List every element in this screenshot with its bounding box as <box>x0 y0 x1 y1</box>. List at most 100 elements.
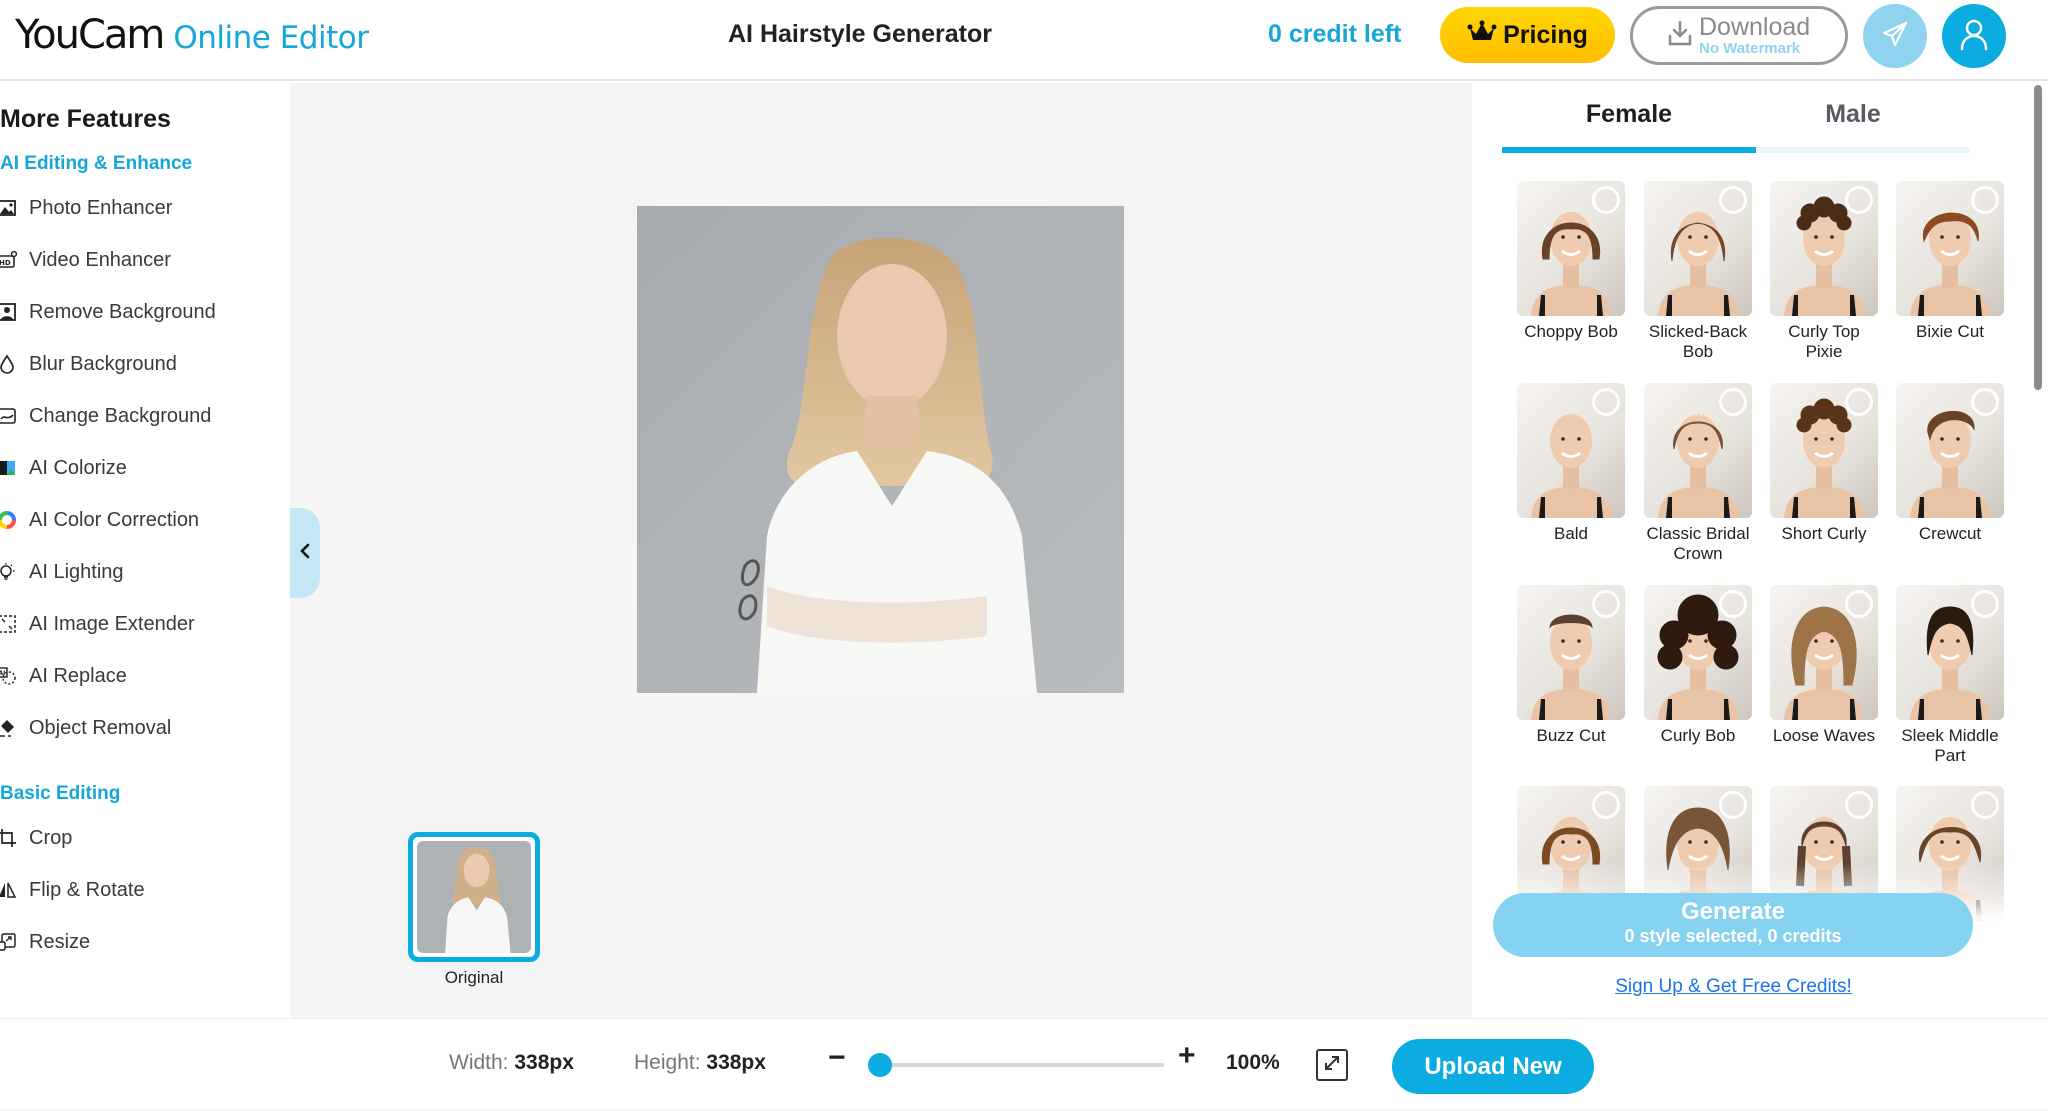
download-icon <box>1667 19 1693 52</box>
hairstyle-preview <box>1517 585 1625 720</box>
hairstyle-name: Choppy Bob <box>1524 322 1618 341</box>
tab-active-indicator <box>1502 147 1756 153</box>
sidebar-item-label: AI Color Correction <box>29 508 200 531</box>
sidebar-item-resize[interactable]: Resize <box>0 925 280 959</box>
hairstyle-preview <box>1770 585 1878 720</box>
height-readout: Height: 338px <box>634 1051 766 1075</box>
select-radio[interactable] <box>1845 791 1873 819</box>
sidebar-item-remove-background[interactable]: Remove Background <box>0 295 280 329</box>
generate-label: Generate <box>1680 898 1786 925</box>
download-button[interactable]: Download No Watermark <box>1630 6 1848 65</box>
hairstyle-card-loose-waves[interactable]: Loose Waves <box>1770 585 1878 746</box>
sidebar-item-photo-enhancer[interactable]: Photo Enhancer <box>0 191 280 225</box>
select-radio[interactable] <box>1719 388 1747 416</box>
paper-plane-icon <box>1880 19 1910 54</box>
hairstyle-preview <box>1896 585 2004 720</box>
height-label: Height: <box>634 1051 701 1074</box>
select-radio[interactable] <box>1845 186 1873 214</box>
hairstyle-name: Bald <box>1553 524 1589 543</box>
color-wheel-icon <box>0 509 18 531</box>
tab-male[interactable]: Male <box>1726 100 1980 129</box>
zoom-in-button[interactable]: + <box>1178 1039 1196 1073</box>
select-radio[interactable] <box>1719 186 1747 214</box>
sidebar-item-label: Video Enhancer <box>29 248 171 271</box>
original-thumbnail[interactable] <box>408 832 540 962</box>
sidebar-item-change-background[interactable]: Change Background <box>0 399 280 433</box>
hairstyle-preview <box>1770 181 1878 316</box>
profile-button[interactable] <box>1942 4 2006 68</box>
select-radio[interactable] <box>1719 590 1747 618</box>
hairstyle-preview <box>1644 383 1752 518</box>
collapse-sidebar-button[interactable] <box>290 508 320 598</box>
hairstyle-name: Sleek Middle Part <box>1901 726 1999 765</box>
pricing-button[interactable]: Pricing <box>1440 7 1615 63</box>
sidebar-item-video-enhancer[interactable]: HD Video Enhancer <box>0 243 280 277</box>
sidebar-item-flip-rotate[interactable]: Flip & Rotate <box>0 873 280 907</box>
hairstyle-card-short-curly[interactable]: Short Curly <box>1770 383 1878 544</box>
hairstyle-card-bixie-cut[interactable]: Bixie Cut <box>1896 181 2004 342</box>
svg-text:HD: HD <box>0 259 11 267</box>
upload-new-button[interactable]: Upload New <box>1392 1039 1594 1094</box>
sidebar-item-ai-image-extender[interactable]: AI Image Extender <box>0 607 280 641</box>
select-radio[interactable] <box>1971 388 1999 416</box>
sidebar-item-label: Remove Background <box>29 300 216 323</box>
sidebar-item-label: Flip & Rotate <box>29 878 145 901</box>
hairstyle-name: Curly Bob <box>1660 726 1736 745</box>
fit-screen-icon <box>1322 1053 1342 1078</box>
hd-video-icon: HD <box>0 249 18 271</box>
logo[interactable]: YouCam Online Editor <box>15 12 369 58</box>
select-radio[interactable] <box>1845 590 1873 618</box>
tab-female[interactable]: Female <box>1502 100 1756 129</box>
hairstyle-card-slicked-back-bob[interactable]: Slicked-Back Bob <box>1644 181 1752 362</box>
zoom-slider-handle[interactable] <box>868 1053 892 1077</box>
sidebar-item-label: AI Image Extender <box>29 612 195 635</box>
hairstyle-preview <box>1896 383 2004 518</box>
hairstyle-card-choppy-bob[interactable]: Choppy Bob <box>1517 181 1625 342</box>
sidebar-item-object-removal[interactable]: Object Removal <box>0 711 280 745</box>
select-radio[interactable] <box>1592 590 1620 618</box>
hairstyle-card-sleek-middle-part[interactable]: Sleek Middle Part <box>1896 585 2004 766</box>
hairstyle-name: Slicked-Back Bob <box>1648 322 1748 361</box>
hairstyle-card-bald[interactable]: Bald <box>1517 383 1625 544</box>
hairstyle-card-curly-bob[interactable]: Curly Bob <box>1644 585 1752 746</box>
crop-icon <box>0 827 18 849</box>
colorize-icon <box>0 457 18 479</box>
select-radio[interactable] <box>1592 388 1620 416</box>
generate-button[interactable]: Generate 0 style selected, 0 credits <box>1493 893 1973 957</box>
select-radio[interactable] <box>1971 590 1999 618</box>
select-radio[interactable] <box>1971 791 1999 819</box>
sidebar-item-blur-background[interactable]: Blur Background <box>0 347 280 381</box>
flip-icon <box>0 879 18 901</box>
zoom-out-button[interactable]: − <box>828 1041 846 1075</box>
select-radio[interactable] <box>1845 388 1873 416</box>
resize-icon <box>0 931 18 953</box>
sidebar-item-crop[interactable]: Crop <box>0 821 280 855</box>
panel-scrollbar[interactable] <box>2034 85 2042 390</box>
share-button[interactable] <box>1863 4 1927 68</box>
fit-screen-button[interactable] <box>1316 1049 1348 1081</box>
hairstyle-card-classic-bridal-crown[interactable]: Classic Bridal Crown <box>1644 383 1752 564</box>
zoom-slider[interactable] <box>868 1053 1164 1077</box>
hairstyle-preview <box>1896 181 2004 316</box>
photo-enhance-icon <box>0 197 18 219</box>
select-radio[interactable] <box>1719 791 1747 819</box>
hairstyle-card-buzz-cut[interactable]: Buzz Cut <box>1517 585 1625 746</box>
zoom-percentage: 100% <box>1226 1051 1280 1074</box>
sidebar-item-ai-replace[interactable]: AI AI Replace <box>0 659 280 693</box>
sidebar-item-ai-colorize[interactable]: AI Colorize <box>0 451 280 485</box>
hairstyle-card-curly-top-pixie[interactable]: Curly Top Pixie <box>1770 181 1878 362</box>
signup-link[interactable]: Sign Up & Get Free Credits! <box>1472 976 1995 998</box>
hairstyle-name: Curly Top Pixie <box>1788 322 1860 361</box>
sidebar-heading: More Features <box>0 105 171 133</box>
select-radio[interactable] <box>1971 186 1999 214</box>
sidebar-item-ai-color-correction[interactable]: AI Color Correction <box>0 503 280 537</box>
select-radio[interactable] <box>1592 791 1620 819</box>
hairstyle-card-crewcut[interactable]: Crewcut <box>1896 383 2004 544</box>
select-radio[interactable] <box>1592 186 1620 214</box>
chevron-left-icon <box>298 542 312 565</box>
sidebar-item-label: AI Colorize <box>29 456 127 479</box>
sidebar-item-label: Change Background <box>29 404 212 427</box>
eraser-icon <box>0 717 18 739</box>
main-photo[interactable] <box>637 206 1124 693</box>
sidebar-item-ai-lighting[interactable]: AI Lighting <box>0 555 280 589</box>
